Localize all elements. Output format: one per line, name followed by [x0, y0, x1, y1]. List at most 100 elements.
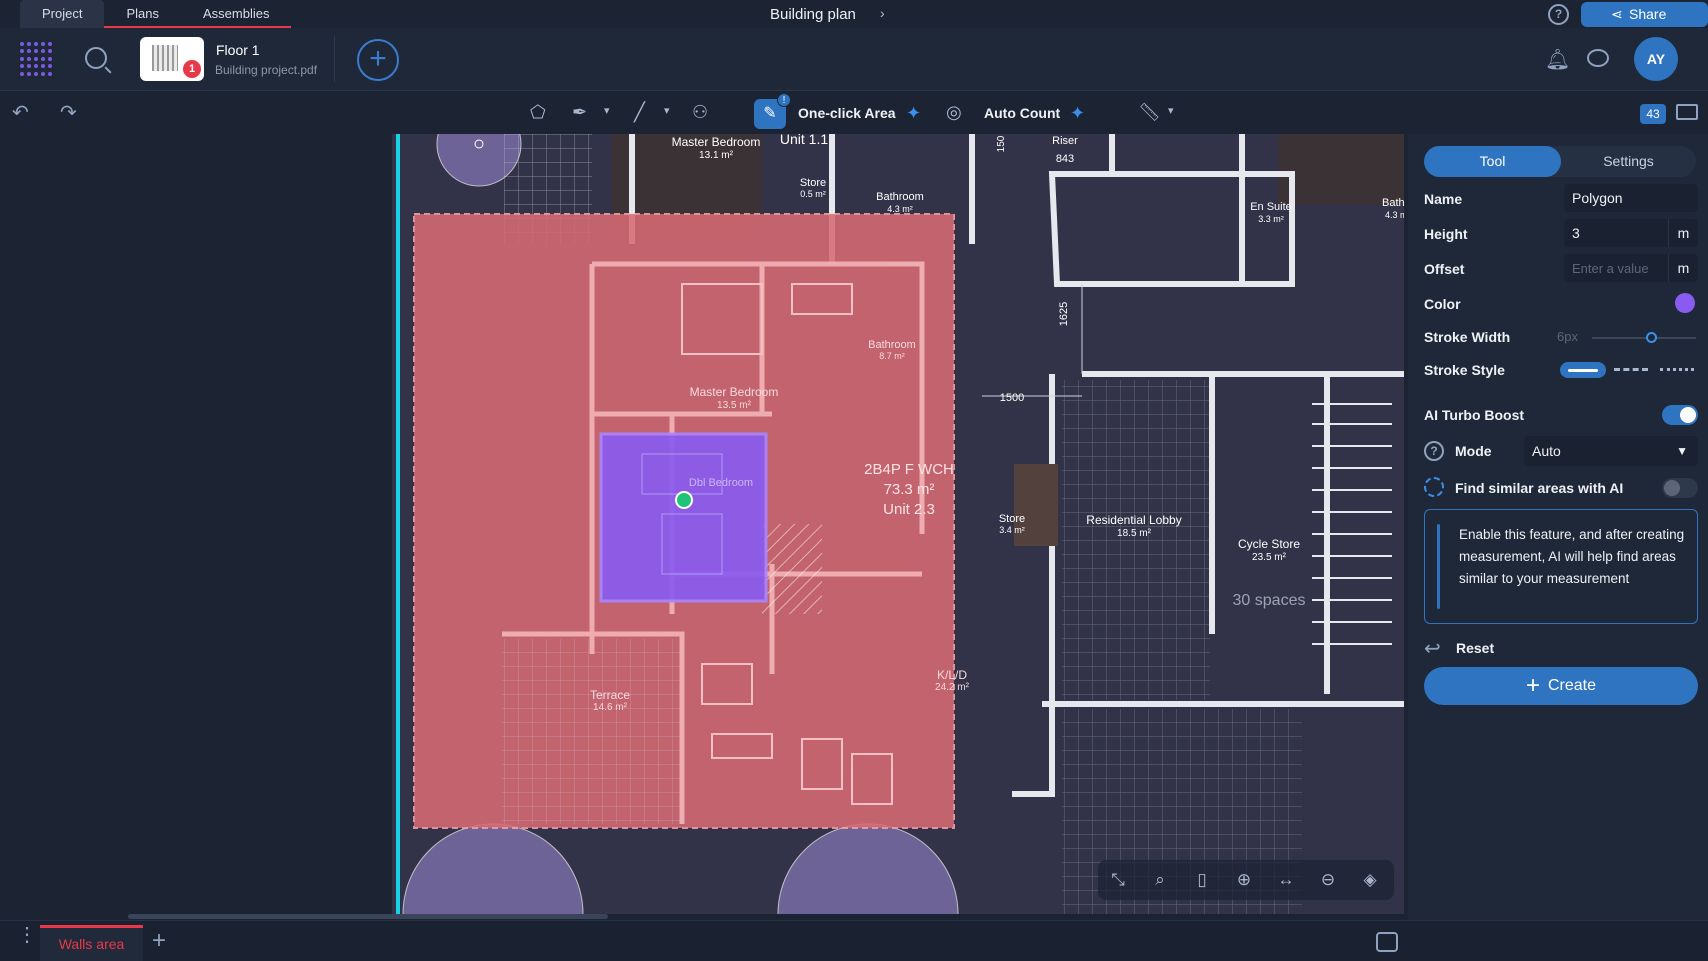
plan-label: 4.3 m² — [887, 204, 913, 214]
zoom-out-icon[interactable]: ⊖ — [1318, 870, 1338, 890]
display-icon[interactable] — [1676, 104, 1698, 120]
seed-point — [675, 491, 693, 509]
polygon-tool-icon[interactable]: ⬠ — [530, 102, 546, 123]
one-click-area-icon[interactable]: ✎! — [754, 93, 791, 129]
plan-label: Master Bedroom — [690, 385, 779, 399]
info-text: Enable this feature, and after creating … — [1459, 527, 1685, 586]
color-swatch[interactable] — [1675, 293, 1695, 313]
divider — [334, 36, 335, 82]
auto-count-button[interactable]: Auto Count — [984, 105, 1060, 121]
reset-icon[interactable]: ↩ — [1424, 636, 1441, 661]
notification-badge: 1 — [183, 60, 201, 78]
line-tool-icon[interactable]: ╱ — [634, 102, 645, 123]
ruler-tool-icon[interactable]: 📏︎ — [1138, 102, 1161, 123]
comments-icon[interactable] — [1587, 49, 1609, 67]
sheet-tab-walls-area[interactable]: Walls area — [40, 925, 143, 961]
plan-label: 8.7 m² — [879, 351, 905, 361]
plan-label: 30 spaces — [1233, 592, 1306, 609]
share-icon: ⋖ — [1611, 6, 1623, 22]
fit-to-screen-icon[interactable]: ⤡ — [1108, 870, 1128, 890]
stroke-style-dotted[interactable] — [1660, 368, 1694, 371]
chevron-down-icon[interactable]: ▾ — [1168, 104, 1174, 117]
plan-label: 843 — [1056, 153, 1074, 165]
name-field[interactable]: Polygon — [1564, 184, 1698, 212]
chevron-down-icon[interactable]: ▾ — [664, 104, 670, 117]
undo-icon[interactable]: ↶ — [12, 100, 29, 125]
plan-label: Store — [800, 177, 826, 189]
book-icon[interactable]: ▯ — [1192, 870, 1212, 890]
horizontal-scrollbar[interactable] — [128, 914, 608, 919]
more-options-icon[interactable]: ⋮ — [17, 925, 37, 945]
add-plan-button[interactable]: + — [357, 39, 399, 81]
file-bar — [0, 28, 1708, 91]
offset-placeholder[interactable]: Enter a value — [1572, 261, 1649, 276]
help-icon[interactable]: ? — [1424, 441, 1444, 461]
plan-label: Unit 1.1 — [780, 134, 828, 147]
tab-settings[interactable]: Settings — [1561, 146, 1696, 177]
help-icon[interactable]: ? — [1548, 4, 1569, 25]
plus-icon: + — [1525, 672, 1540, 699]
offset-label: Offset — [1424, 261, 1465, 277]
height-field[interactable]: 3 m — [1564, 219, 1698, 247]
chevron-down-icon[interactable]: ▾ — [604, 104, 610, 117]
plan-label: Unit 2.3 — [883, 501, 935, 518]
tab-plans[interactable]: Plans — [104, 0, 181, 28]
tab-tool[interactable]: Tool — [1424, 146, 1561, 177]
plan-canvas[interactable]: Master Bedroom 13.1 m² Unit 1.1 Store 0.… — [392, 134, 1404, 914]
reset-button[interactable]: Reset — [1456, 640, 1494, 656]
slider-handle[interactable] — [1646, 332, 1657, 343]
add-sheet-icon[interactable]: + — [152, 929, 166, 953]
avatar[interactable]: AY — [1634, 37, 1678, 81]
create-button[interactable]: + Create — [1424, 667, 1698, 705]
plan-label: 18.5 m² — [1117, 528, 1152, 539]
stroke-style-dashed[interactable] — [1614, 368, 1648, 371]
stroke-width-slider[interactable] — [1592, 337, 1696, 339]
auto-count-icon[interactable]: ◎ — [946, 102, 962, 123]
dimension-label: 150 — [996, 135, 1007, 152]
selected-measurement — [599, 432, 768, 603]
alert-icon: ! — [777, 93, 791, 107]
floor-plan-drawing: Master Bedroom 13.1 m² Unit 1.1 Store 0.… — [392, 134, 1404, 914]
chevron-right-icon[interactable]: › — [880, 5, 885, 21]
dimension-label: 1500 — [1000, 392, 1024, 404]
expand-panel-icon[interactable] — [1376, 932, 1398, 952]
share-button[interactable]: ⋖ Share — [1581, 2, 1708, 27]
plan-label: Bathroom — [868, 339, 916, 351]
3d-view-icon[interactable]: ◈ — [1360, 870, 1380, 890]
redo-icon[interactable]: ↷ — [60, 100, 77, 125]
fit-width-icon[interactable]: ↔ — [1276, 870, 1296, 890]
view-controls: ⤡ ⌕ ▯ ⊕ ↔ ⊖ ◈ — [1098, 860, 1394, 900]
plan-label: Store — [999, 513, 1025, 525]
plan-name[interactable]: Floor 1 — [216, 42, 260, 58]
mode-label: Mode — [1455, 443, 1492, 459]
plan-label: Riser — [1052, 135, 1078, 147]
height-unit: m — [1668, 219, 1698, 247]
page-title[interactable]: Building plan — [770, 6, 856, 23]
plan-label: 0.5 m² — [800, 189, 826, 199]
mode-select[interactable]: Auto ▼ — [1524, 436, 1698, 466]
plan-label: Bathroom — [876, 191, 924, 203]
measurements-count-badge[interactable]: 43 — [1640, 104, 1666, 124]
count-tool-icon[interactable]: ⚇ — [692, 102, 708, 123]
one-click-area-button[interactable]: One-click Area — [798, 105, 896, 121]
notifications-bell-icon[interactable]: 🔔︎ — [1545, 47, 1570, 72]
apps-grid-icon[interactable] — [20, 42, 54, 76]
plan-label: Master Bedroom — [672, 135, 761, 149]
zoom-search-icon[interactable] — [85, 47, 107, 69]
name-label: Name — [1424, 191, 1463, 207]
plan-label: K/L/D — [937, 668, 967, 682]
offset-field[interactable]: Enter a value m — [1564, 254, 1698, 282]
zoom-in-icon[interactable]: ⊕ — [1234, 870, 1254, 890]
top-tabs: Project Plans Assemblies — [0, 0, 292, 29]
stroke-style-solid[interactable] — [1560, 362, 1606, 378]
ai-turbo-toggle[interactable] — [1662, 405, 1698, 425]
tab-assemblies[interactable]: Assemblies — [181, 0, 291, 28]
tab-project[interactable]: Project — [20, 0, 105, 28]
find-similar-toggle[interactable] — [1662, 478, 1698, 498]
chevron-down-icon: ▼ — [1676, 444, 1688, 458]
pen-tool-icon[interactable]: ✒ — [572, 102, 587, 123]
offset-unit: m — [1668, 254, 1698, 282]
height-value[interactable]: 3 — [1572, 225, 1580, 241]
zoom-area-icon[interactable]: ⌕ — [1150, 870, 1170, 890]
plan-label: Terrace — [590, 688, 630, 702]
